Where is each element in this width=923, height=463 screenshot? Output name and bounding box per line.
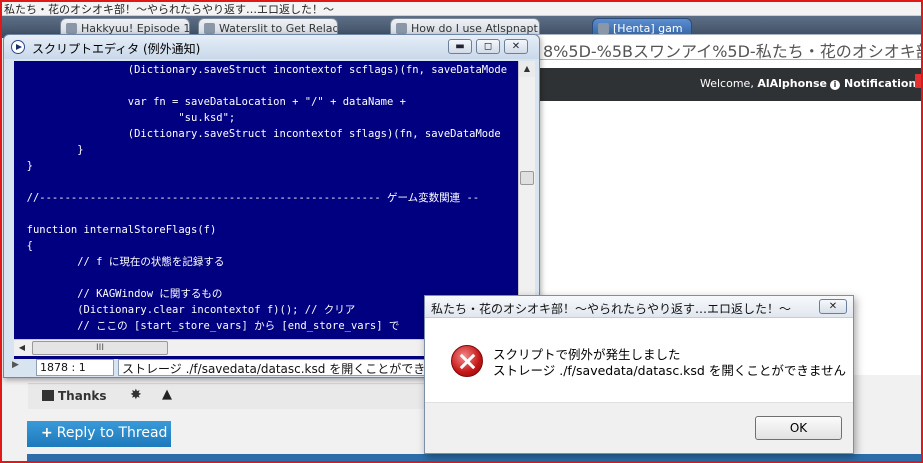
code-line: }	[14, 144, 84, 156]
error-dialog-title: 私たち・花のオシオキ部！～やられたらやり返す…エロ返した！～	[431, 302, 792, 316]
maximize-button[interactable]: ◻	[476, 39, 500, 54]
page-bottom-bar	[27, 454, 923, 463]
favicon-icon	[598, 23, 609, 34]
code-line: //--------------------------------------…	[14, 192, 480, 204]
welcome-label: Welcome,	[700, 77, 754, 90]
address-bar[interactable]: 8%5D-%5Bスワンアイ%5D-私たち・花のオシオキ部	[536, 34, 923, 60]
script-editor-titlebar[interactable]: スクリプトエディタ (例外通知) ▬ ◻ ✕	[4, 35, 539, 59]
notifications-link[interactable]: i Notifications	[830, 77, 923, 90]
scroll-left-icon[interactable]: ◀	[14, 340, 30, 356]
welcome-text: Welcome, AlAlphonse	[700, 77, 827, 90]
status-arrow-icon: ▶	[12, 360, 19, 370]
thanks-button[interactable]: Thanks	[42, 389, 107, 403]
minimize-button[interactable]: ▬	[448, 39, 472, 54]
reply-label: Reply to Thread	[56, 425, 168, 441]
vertical-scroll-thumb[interactable]	[520, 171, 534, 185]
favicon-icon	[66, 23, 77, 34]
error-icon	[451, 345, 483, 377]
code-line: function internalStoreFlags(f)	[14, 224, 217, 236]
code-line: // f に現在の状態を記録する	[14, 256, 225, 268]
code-line: "su.ksd";	[14, 112, 236, 124]
code-line: (Dictionary.clear incontextof f)(); // ク…	[14, 304, 356, 316]
star-icon[interactable]: ✸	[130, 387, 142, 403]
game-window-title: 私たち・花のオシオキ部！～やられたらやり返す…エロ返した！～	[4, 3, 334, 16]
horizontal-scroll-thumb[interactable]: III	[32, 341, 168, 355]
close-button[interactable]: ✕	[504, 39, 528, 54]
code-line: }	[14, 160, 33, 172]
error-message-line-2: ストレージ ./f/savedata/datasc.ksd を開くことができませ…	[493, 363, 846, 378]
notifications-label: Notifications	[844, 77, 923, 90]
favicon-icon	[204, 23, 215, 34]
script-editor-title: スクリプトエディタ (例外通知)	[32, 42, 201, 56]
reply-to-thread-button[interactable]: + Reply to Thread	[27, 421, 171, 447]
ok-button[interactable]: OK	[755, 416, 842, 440]
code-line: (Dictionary.saveStruct incontextof scfla…	[14, 64, 508, 76]
scroll-up-icon[interactable]: ▲	[519, 61, 535, 77]
code-line: // KAGWindow に関するもの	[14, 288, 223, 300]
play-icon	[11, 40, 25, 54]
code-line: (Dictionary.saveStruct incontextof sflag…	[14, 128, 501, 140]
code-line: var fn = saveDataLocation + "/" + dataNa…	[14, 96, 406, 108]
error-dialog-footer: OK	[425, 402, 853, 453]
post-actions-bar: Thanks ✸ ▲	[28, 383, 424, 409]
thumbs-up-icon	[42, 390, 54, 401]
username-link[interactable]: AlAlphonse	[757, 77, 827, 90]
error-dialog: 私たち・花のオシオキ部！～やられたらやり返す…エロ返した！～ ✕ スクリプトで例…	[424, 295, 854, 454]
address-text: 8%5D-%5Bスワンアイ%5D-私たち・花のオシオキ部	[543, 42, 923, 60]
code-line: // ここの [start_store_vars] から [end_store_…	[14, 320, 400, 332]
notification-badge	[915, 74, 923, 88]
cursor-position-field[interactable]: 1878 : 1	[36, 359, 114, 376]
info-icon: i	[830, 80, 840, 90]
plus-icon: +	[41, 425, 53, 441]
forum-header: Welcome, AlAlphonse i Notifications	[536, 68, 923, 101]
warning-icon[interactable]: ▲	[162, 387, 172, 402]
game-window-titlebar[interactable]: 私たち・花のオシオキ部！～やられたらやり返す…エロ返した！～	[0, 0, 923, 16]
close-button[interactable]: ✕	[819, 299, 847, 314]
error-dialog-titlebar[interactable]: 私たち・花のオシオキ部！～やられたらやり返す…エロ返した！～ ✕	[425, 296, 853, 318]
favicon-icon	[396, 23, 407, 34]
code-line: {	[14, 240, 33, 252]
thanks-label: Thanks	[58, 389, 107, 403]
